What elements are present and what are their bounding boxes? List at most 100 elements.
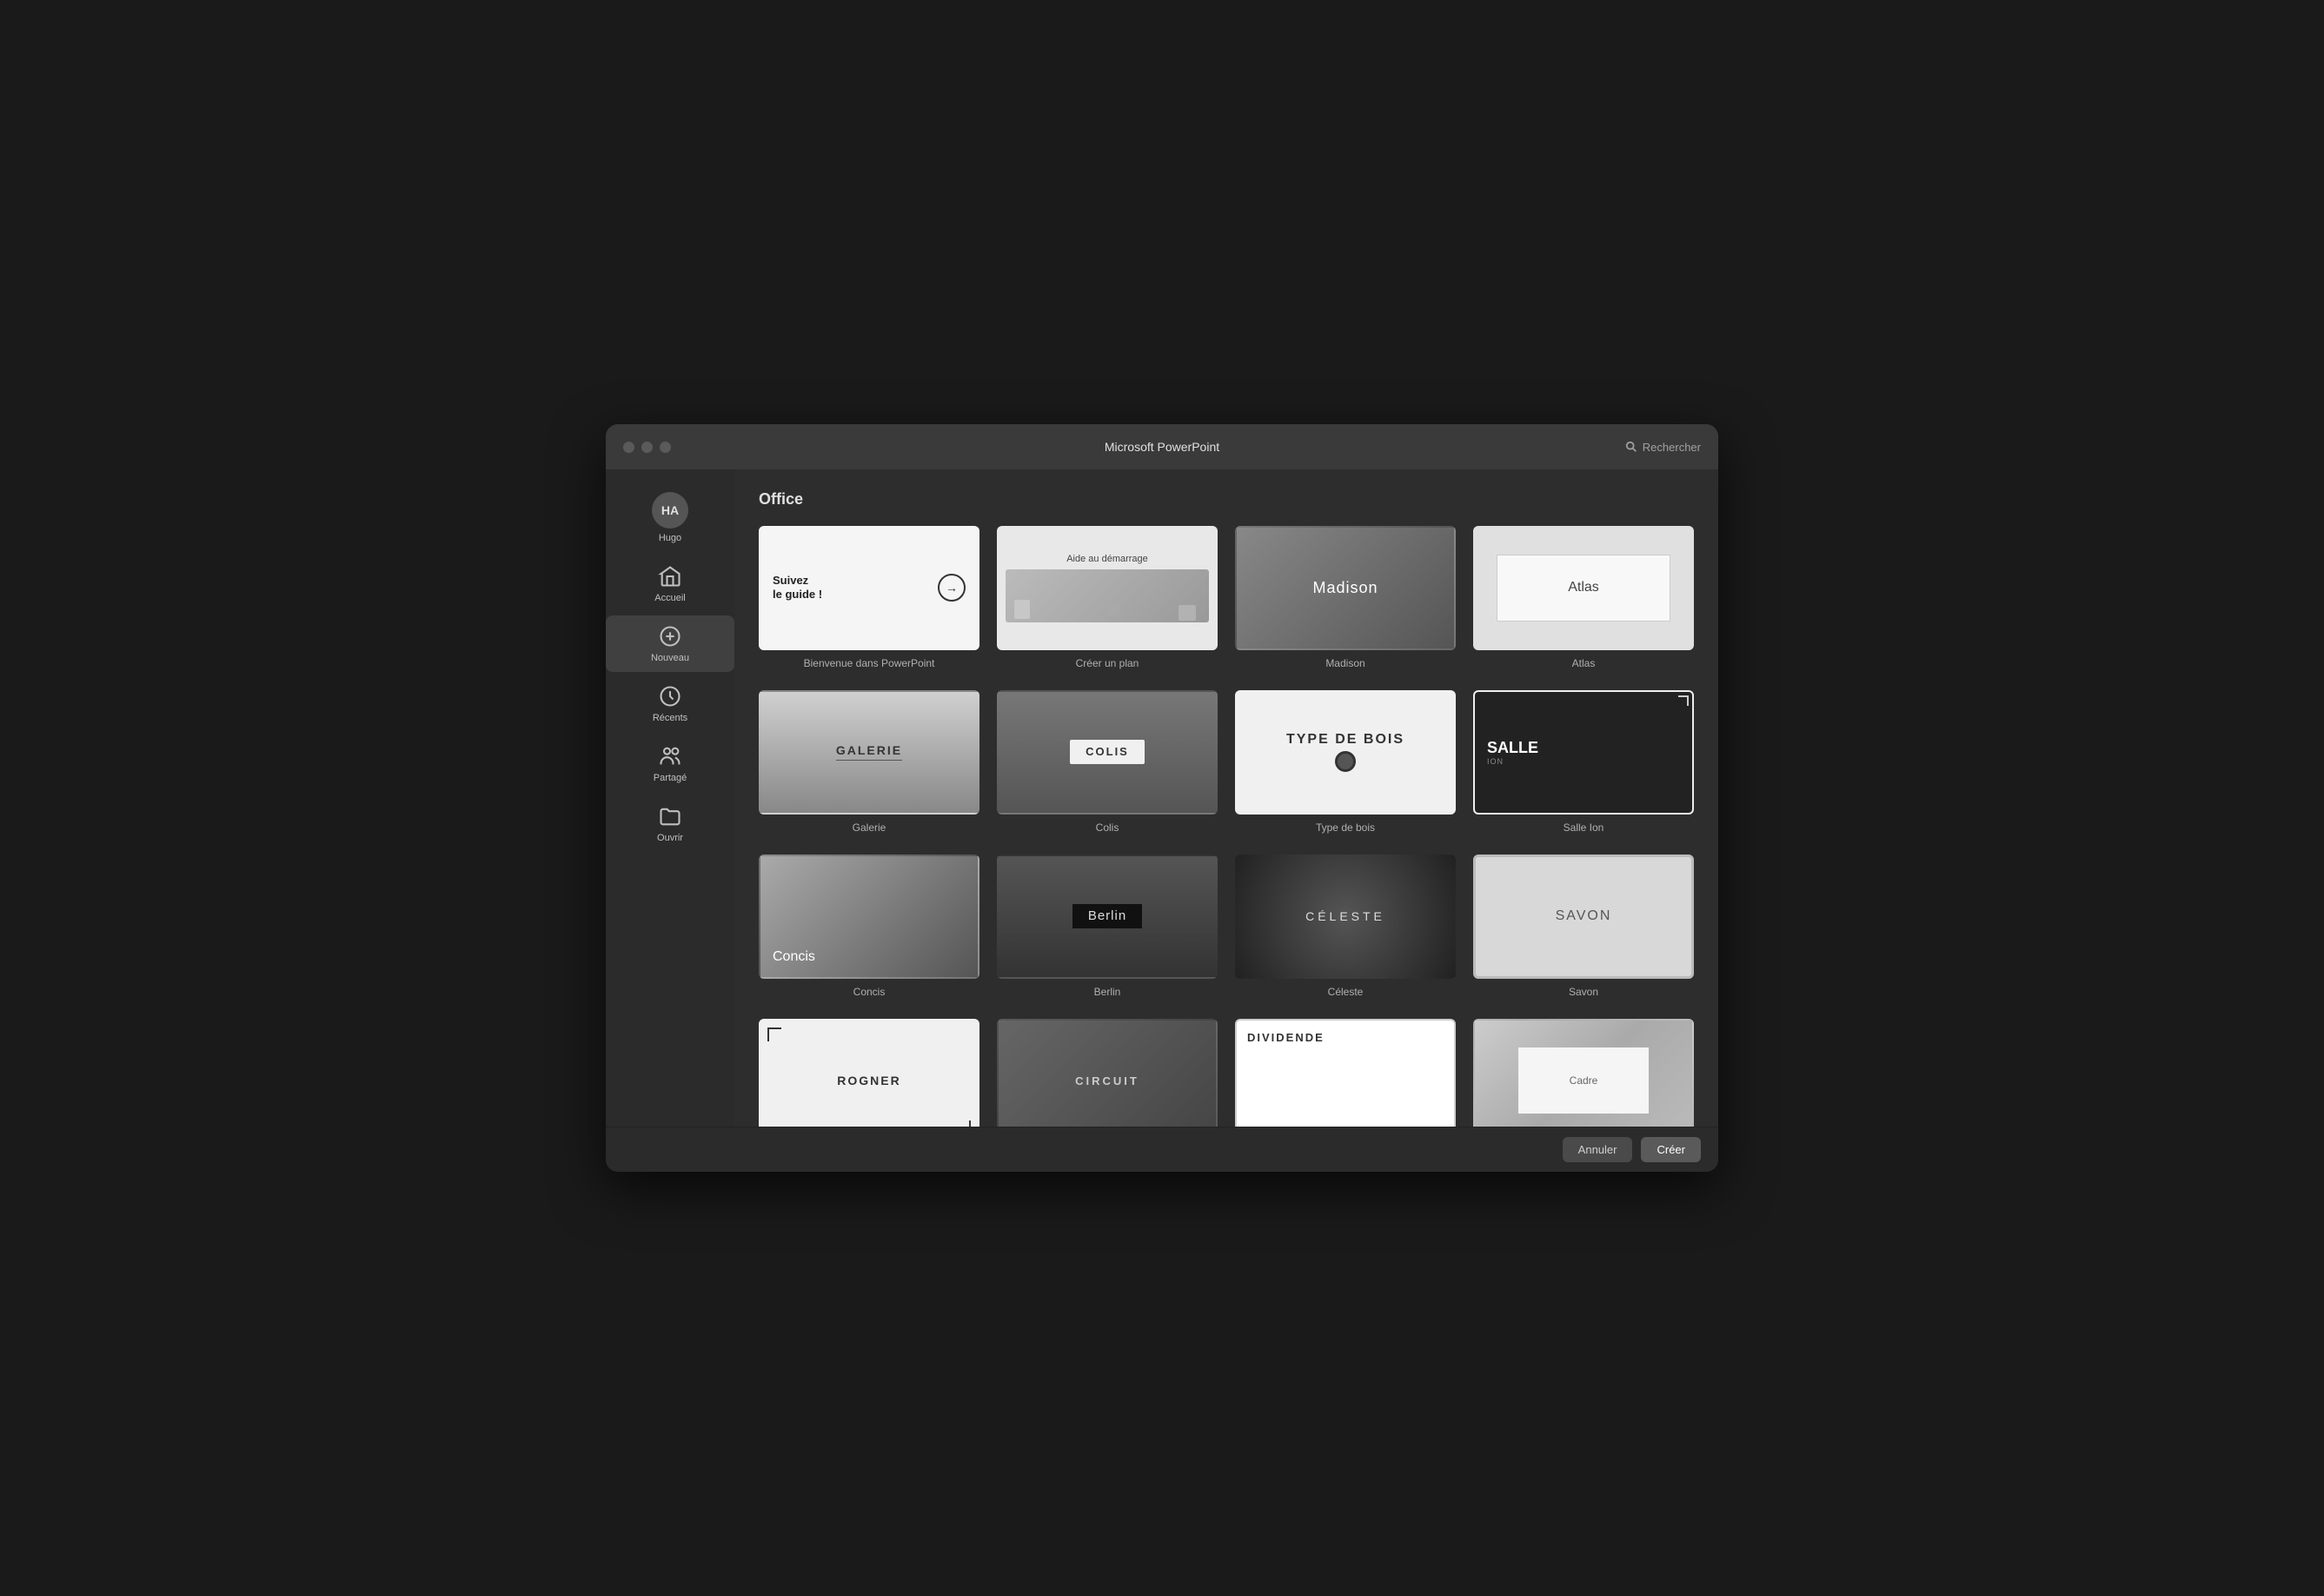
avatar: HA [652,492,688,529]
berlin-inner: Berlin [1072,904,1142,928]
template-thumb-circuit: CIRCUIT [997,1019,1218,1127]
sidebar-partage-label: Partagé [654,773,687,783]
template-item-creer[interactable]: Aide au démarrage Créer un plan [997,526,1218,669]
sidebar-item-user[interactable]: HA Hugo [606,483,734,552]
home-icon [658,564,682,589]
template-thumb-savon: SAVON [1473,855,1694,979]
template-item-concis[interactable]: Concis Concis [759,855,979,998]
template-thumb-rogner: ROGNER [759,1019,979,1127]
typebois-text: TYPE DE BOIS [1286,732,1404,748]
create-button[interactable]: Créer [1641,1137,1701,1162]
template-thumb-bienvenue: Suivez le guide ! → [759,526,979,650]
template-thumb-galerie: GALERIE [759,690,979,815]
templates-grid: Suivez le guide ! → Bienvenue dans Power… [759,526,1694,1127]
concis-text: Concis [773,949,815,965]
berlin-text: Berlin [1088,908,1126,923]
template-item-galerie[interactable]: GALERIE Galerie [759,690,979,834]
folder-icon [658,804,682,828]
template-thumb-dividende: DIVIDENDE [1235,1019,1456,1127]
close-button[interactable] [623,442,634,453]
people-icon [658,744,682,768]
sidebar-item-nouveau[interactable]: Nouveau [606,615,734,672]
main-layout: HA Hugo Accueil Nouveau [606,469,1718,1127]
search-icon [1625,441,1637,453]
sidebar: HA Hugo Accueil Nouveau [606,469,734,1127]
salleion-corner-icon [1678,695,1689,706]
colis-text: COLIS [1086,745,1129,758]
section-title: Office [759,490,1694,509]
template-item-berlin[interactable]: Berlin Berlin [997,855,1218,998]
window-title: Microsoft PowerPoint [1105,440,1219,454]
minimize-button[interactable] [641,442,653,453]
clock-icon [658,684,682,708]
cancel-button[interactable]: Annuler [1563,1137,1633,1162]
bienvenue-arrow-icon: → [938,574,966,602]
galerie-text: GALERIE [836,743,902,761]
salleion-title: SALLE [1487,739,1538,757]
template-label-berlin: Berlin [1094,986,1121,998]
template-label-bienvenue: Bienvenue dans PowerPoint [804,657,935,669]
atlas-inner: Atlas [1497,555,1670,621]
sidebar-item-recents[interactable]: Récents [606,675,734,732]
sidebar-accueil-label: Accueil [654,593,685,603]
template-label-colis: Colis [1096,821,1119,834]
rogner-corner-tl-icon [767,1027,781,1041]
template-thumb-typebois: TYPE DE BOIS [1235,690,1456,815]
template-label-typebois: Type de bois [1316,821,1375,834]
maximize-button[interactable] [660,442,671,453]
dividende-text: DIVIDENDE [1247,1031,1325,1044]
salleion-sub: ION [1487,757,1504,766]
template-label-concis: Concis [853,986,886,998]
titlebar: Microsoft PowerPoint Rechercher [606,424,1718,469]
search-label: Rechercher [1643,441,1701,454]
template-thumb-atlas: Atlas [1473,526,1694,650]
savon-text: SAVON [1556,908,1612,924]
traffic-lights [623,442,671,453]
footer: Annuler Créer [606,1127,1718,1172]
template-item-bienvenue[interactable]: Suivez le guide ! → Bienvenue dans Power… [759,526,979,669]
creer-title: Aide au démarrage [1066,554,1148,564]
template-item-circuit[interactable]: CIRCUIT Circuit [997,1019,1218,1127]
template-item-madison[interactable]: Madison Madison [1235,526,1456,669]
template-label-madison: Madison [1325,657,1365,669]
cadre-text: Cadre [1570,1074,1598,1087]
template-label-creer: Créer un plan [1076,657,1139,669]
template-item-savon[interactable]: SAVON Savon [1473,855,1694,998]
template-label-salleion: Salle Ion [1564,821,1604,834]
sidebar-recents-label: Récents [653,713,687,723]
template-thumb-cadre: Cadre [1473,1019,1694,1127]
template-item-typebois[interactable]: TYPE DE BOIS Type de bois [1235,690,1456,834]
rogner-text: ROGNER [837,1074,900,1087]
sidebar-nouveau-label: Nouveau [651,653,689,663]
template-item-atlas[interactable]: Atlas Atlas [1473,526,1694,669]
template-thumb-salleion: SALLE ION [1473,690,1694,815]
template-label-savon: Savon [1569,986,1598,998]
template-item-celeste[interactable]: CÉLESTE Céleste [1235,855,1456,998]
sidebar-item-ouvrir[interactable]: Ouvrir [606,795,734,852]
cadre-inner: Cadre [1518,1047,1649,1114]
template-label-celeste: Céleste [1328,986,1364,998]
rogner-corner-br-icon [957,1121,971,1127]
template-item-cadre[interactable]: Cadre Cadre [1473,1019,1694,1127]
celeste-text: CÉLESTE [1305,909,1385,923]
sidebar-item-accueil[interactable]: Accueil [606,555,734,612]
template-thumb-berlin: Berlin [997,855,1218,979]
atlas-text: Atlas [1568,580,1599,595]
template-thumb-colis: COLIS [997,690,1218,815]
template-label-galerie: Galerie [853,821,886,834]
template-item-salleion[interactable]: SALLE ION Salle Ion [1473,690,1694,834]
search-area[interactable]: Rechercher [1625,441,1701,454]
template-thumb-creer: Aide au démarrage [997,526,1218,650]
template-thumb-celeste: CÉLESTE [1235,855,1456,979]
sidebar-ouvrir-label: Ouvrir [657,833,683,843]
bienvenue-text: Suivez le guide ! [773,574,822,603]
colis-inner: COLIS [1070,740,1145,764]
circuit-text: CIRCUIT [1075,1074,1139,1087]
content-area[interactable]: Office Suivez le guide ! → Bienvenue dan… [734,469,1718,1127]
template-thumb-concis: Concis [759,855,979,979]
template-item-dividende[interactable]: DIVIDENDE Dividende [1235,1019,1456,1127]
template-item-colis[interactable]: COLIS Colis [997,690,1218,834]
sidebar-item-partage[interactable]: Partagé [606,735,734,792]
template-item-rogner[interactable]: ROGNER Rogner [759,1019,979,1127]
app-window: Microsoft PowerPoint Rechercher HA Hugo [606,424,1718,1172]
